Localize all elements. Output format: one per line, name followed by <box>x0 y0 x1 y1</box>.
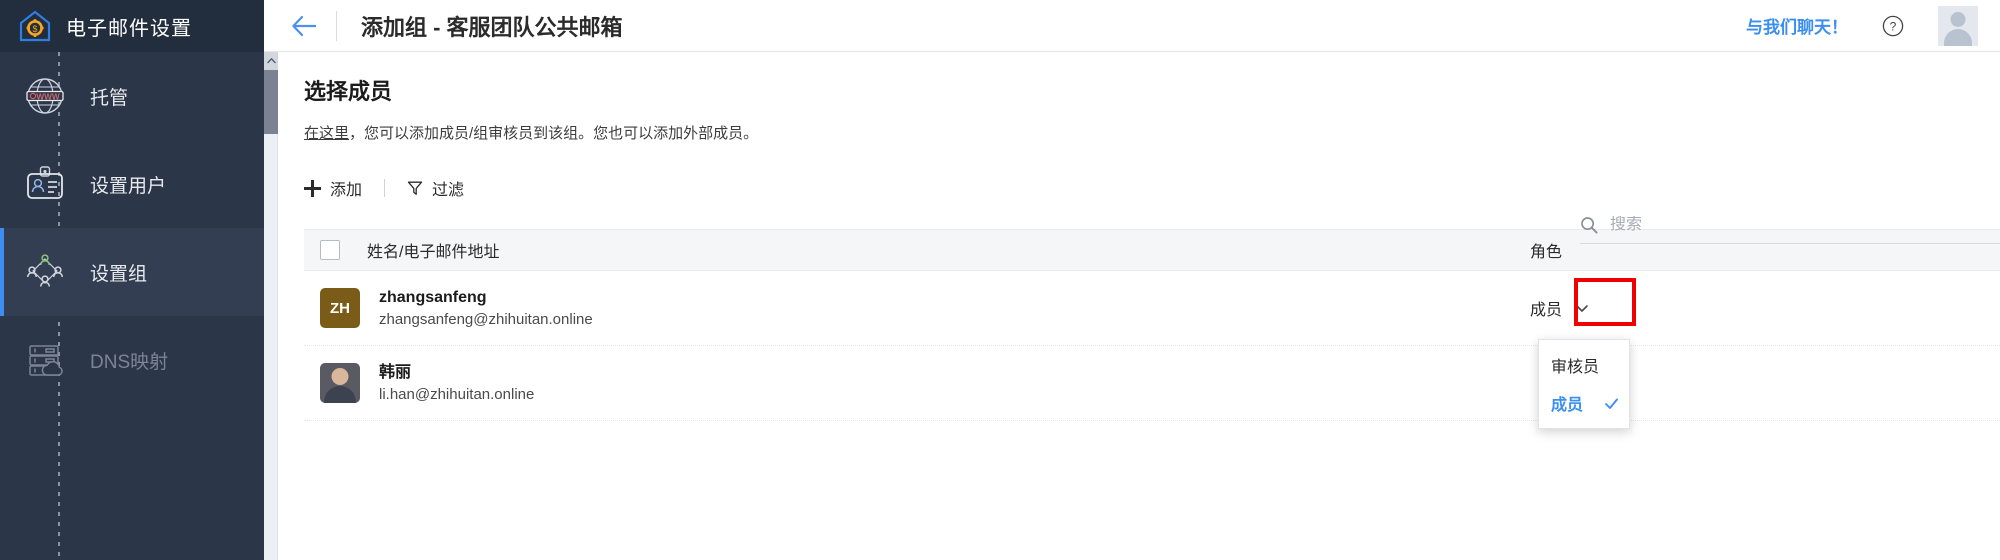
header-divider <box>336 10 337 41</box>
sidebar: $ 电子邮件设置 WWW 托管 设置用户 设置组 DNS映射 <box>0 0 264 560</box>
table-row[interactable]: 韩丽 li.han@zhihuitan.online <box>304 346 2000 421</box>
globe-www-icon: WWW <box>22 73 68 119</box>
search-icon <box>1580 216 1598 234</box>
scrollbar-thumb[interactable] <box>264 70 278 134</box>
sidebar-item-label: 设置组 <box>90 263 148 285</box>
brand-header: $ 电子邮件设置 <box>0 0 264 52</box>
role-select[interactable]: 成员 <box>1530 296 1590 320</box>
table-toolbar: 添加 过滤 <box>304 173 2000 203</box>
svg-text:WWW: WWW <box>36 92 59 101</box>
member-name-cell: 韩丽 li.han@zhihuitan.online <box>320 361 1530 406</box>
avatar-body <box>1944 28 1972 46</box>
description-link[interactable]: 在这里 <box>304 125 349 142</box>
check-icon <box>1604 396 1619 411</box>
filter-button[interactable]: 过滤 <box>407 176 464 200</box>
sidebar-item-dns-mapping[interactable]: DNS映射 <box>0 316 264 404</box>
sidebar-nav: WWW 托管 设置用户 设置组 DNS映射 <box>0 52 264 560</box>
sidebar-item-label: 托管 <box>90 87 129 109</box>
id-card-user-icon <box>22 161 68 207</box>
main-panel: 添加组 - 客服团队公共邮箱 与我们聊天！ ? 选择成员 在这里，您可以添加成员… <box>264 0 2000 560</box>
sidebar-item-setup-users[interactable]: 设置用户 <box>0 140 264 228</box>
avatar-initials: ZH <box>330 299 350 317</box>
chevron-down-icon[interactable] <box>1574 300 1590 316</box>
server-cloud-icon <box>22 337 68 383</box>
brand-title: 电子邮件设置 <box>66 17 192 40</box>
dropdown-option-member[interactable]: 成员 <box>1539 384 1629 422</box>
avatar-head <box>1950 11 1966 27</box>
members-table: 姓名/电子邮件地址 角色 ZH zhangsanfeng zhangsanfen… <box>304 229 2000 429</box>
sidebar-item-label: DNS映射 <box>90 351 169 373</box>
svg-text:$: $ <box>32 24 37 34</box>
user-avatar-icon[interactable] <box>1938 5 1978 46</box>
member-role-cell: 成员 审核员 成员 <box>1530 278 2000 429</box>
funnel-icon <box>407 180 423 196</box>
member-identity: 韩丽 li.han@zhihuitan.online <box>379 361 534 406</box>
member-identity: zhangsanfeng zhangsanfeng@zhihuitan.onli… <box>379 286 593 331</box>
sidebar-item-label: 设置用户 <box>90 175 167 197</box>
role-dropdown-menu[interactable]: 审核员 成员 <box>1538 339 1630 429</box>
add-button[interactable]: 添加 <box>304 176 362 200</box>
member-email: li.han@zhihuitan.online <box>379 385 535 403</box>
question-mark-icon[interactable]: ? <box>1882 15 1904 37</box>
back-arrow-icon[interactable] <box>290 11 320 41</box>
scroll-up-arrow-icon[interactable] <box>264 52 278 70</box>
top-bar: 添加组 - 客服团队公共邮箱 与我们聊天！ ? <box>264 0 2000 52</box>
avatar-photo-head <box>331 368 349 385</box>
chat-with-us-link[interactable]: 与我们聊天！ <box>1746 13 1848 38</box>
plus-icon <box>304 179 321 197</box>
table-row[interactable]: ZH zhangsanfeng zhangsanfeng@zhihuitan.o… <box>304 271 2000 429</box>
column-header-name-email: 姓名/电子邮件地址 <box>367 244 500 261</box>
avatar-photo-body <box>324 386 356 403</box>
filter-button-label: 过滤 <box>432 182 465 199</box>
search-box[interactable] <box>1580 216 2000 244</box>
select-all-checkbox[interactable] <box>320 240 340 260</box>
add-button-label: 添加 <box>330 182 363 199</box>
description-text: ，您可以添加成员/组审核员到该组。您也可以添加外部成员。 <box>349 125 759 142</box>
page-title: 添加组 - 客服团队公共邮箱 <box>361 14 623 40</box>
dropdown-option-label: 审核员 <box>1551 359 1600 376</box>
sidebar-item-setup-groups[interactable]: 设置组 <box>0 228 264 316</box>
house-gear-icon: $ <box>18 9 52 43</box>
sidebar-item-hosting[interactable]: WWW 托管 <box>0 52 264 140</box>
role-value: 成员 <box>1530 302 1563 319</box>
search-input[interactable] <box>1610 216 2000 234</box>
app-window: $ 电子邮件设置 WWW 托管 设置用户 设置组 DNS映射 添加组 - 客服团… <box>0 0 2000 560</box>
member-email: zhangsanfeng@zhihuitan.online <box>379 310 593 328</box>
toolbar-divider <box>384 179 386 197</box>
avatar: ZH <box>320 288 360 328</box>
dropdown-option-reviewer[interactable]: 审核员 <box>1539 346 1629 384</box>
member-name: 韩丽 <box>379 363 412 381</box>
content-scrollbar[interactable] <box>264 52 278 560</box>
section-title: 选择成员 <box>304 79 393 104</box>
section-description: 在这里，您可以添加成员/组审核员到该组。您也可以添加外部成员。 <box>304 122 2000 143</box>
content-area: 选择成员 在这里，您可以添加成员/组审核员到该组。您也可以添加外部成员。 添加 <box>278 52 2000 429</box>
group-network-icon <box>22 249 68 295</box>
member-name-cell: ZH zhangsanfeng zhangsanfeng@zhihuitan.o… <box>320 286 1530 331</box>
avatar <box>320 363 360 403</box>
svg-text:?: ? <box>1890 19 1897 33</box>
member-name: zhangsanfeng <box>379 288 487 306</box>
dropdown-option-label: 成员 <box>1551 397 1584 414</box>
